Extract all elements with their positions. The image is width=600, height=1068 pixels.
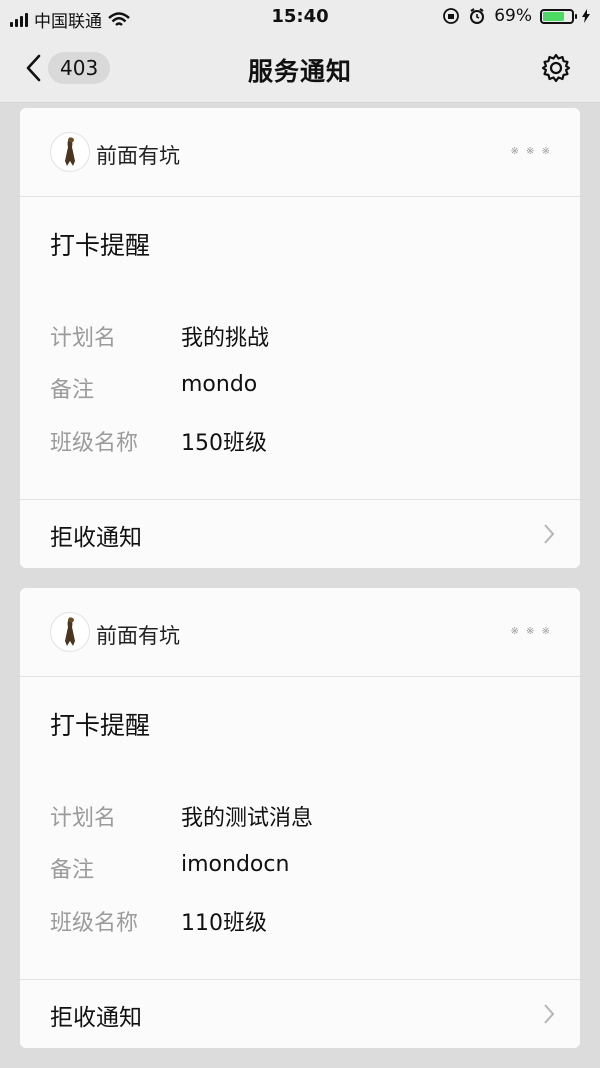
chevron-right-icon (544, 524, 555, 544)
field-value: imondocn (181, 852, 290, 877)
chevron-right-icon (544, 1004, 555, 1024)
charging-icon (582, 9, 590, 23)
status-right: 69% (442, 6, 590, 26)
brand-name: 前面有坑 (96, 144, 180, 168)
more-menu-icon[interactable]: ※ ※ ※ (511, 146, 553, 157)
dog-logo-icon (65, 137, 75, 166)
field-label: 班级名称 (50, 431, 139, 456)
reject-notification-label: 拒收通知 (50, 1005, 142, 1031)
brand-name: 前面有坑 (96, 624, 180, 648)
notification-card[interactable]: 前面有坑 ※ ※ ※ 打卡提醒 计划名 我的测试消息 备注 imondocn 班… (20, 588, 580, 1048)
field-label: 计划名 (50, 326, 117, 351)
reject-notification-row[interactable]: 拒收通知 (20, 499, 580, 568)
field-value: 我的挑战 (181, 326, 270, 351)
field-label: 班级名称 (50, 911, 139, 936)
brand-avatar (50, 612, 90, 652)
card-header: 前面有坑 ※ ※ ※ (20, 108, 580, 197)
field-value: 我的测试消息 (181, 806, 314, 831)
reject-notification-row[interactable]: 拒收通知 (20, 979, 580, 1048)
battery-percent: 69% (494, 6, 532, 26)
field-value: 150班级 (181, 431, 267, 456)
card-title: 打卡提醒 (50, 711, 151, 740)
alarm-icon (470, 8, 485, 24)
reject-notification-label: 拒收通知 (50, 525, 142, 551)
field-value: 110班级 (181, 911, 267, 936)
dog-logo-icon (65, 617, 75, 646)
settings-button[interactable] (540, 52, 572, 88)
field-label: 备注 (50, 858, 95, 883)
more-menu-icon[interactable]: ※ ※ ※ (511, 626, 553, 637)
field-label: 计划名 (50, 806, 117, 831)
card-title: 打卡提醒 (50, 231, 151, 260)
gear-icon (541, 53, 571, 83)
battery-icon (540, 8, 577, 24)
field-label: 备注 (50, 378, 95, 403)
page-title: 服务通知 (247, 57, 352, 86)
nav-bar: 403 服务通知 (0, 34, 600, 103)
notification-card[interactable]: 前面有坑 ※ ※ ※ 打卡提醒 计划名 我的挑战 备注 mondo 班级名称 1… (20, 108, 580, 568)
status-bar: 中国联通 15:40 69% (0, 0, 600, 34)
orientation-lock-icon (443, 8, 460, 24)
card-header: 前面有坑 ※ ※ ※ (20, 588, 580, 677)
brand-avatar (50, 132, 90, 172)
field-value: mondo (181, 372, 258, 397)
